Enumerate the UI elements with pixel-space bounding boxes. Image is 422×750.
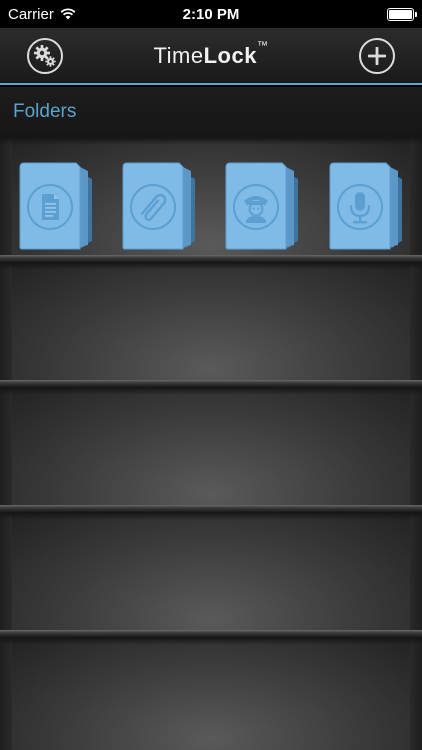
shelf-side <box>0 137 12 256</box>
nav-bar: TimeLock™ <box>0 28 422 85</box>
shelf-shadow <box>0 637 422 645</box>
shelf-shadow <box>0 137 422 145</box>
shelf-shadow <box>0 387 422 395</box>
shelf-row-3 <box>0 387 422 512</box>
shelf-shadow <box>0 262 422 270</box>
shelf-side <box>0 512 12 631</box>
settings-gears-icon <box>34 45 56 67</box>
shelf-side <box>410 637 422 750</box>
plus-circle-icon <box>368 47 386 65</box>
shelf-back <box>12 262 410 381</box>
folders-section-header: Folders <box>0 87 422 137</box>
document-icon <box>42 194 59 220</box>
shelf-side <box>0 637 12 750</box>
shelf-side <box>410 512 422 631</box>
shelf-board <box>0 505 422 512</box>
status-left: Carrier <box>8 6 76 23</box>
shelf-row-2 <box>0 262 422 387</box>
shelf-back <box>12 637 410 750</box>
shelf-row-1 <box>0 137 422 262</box>
folder-icon <box>225 162 298 250</box>
shelf-shadow <box>0 512 422 520</box>
shelf-side <box>410 137 422 256</box>
shelf-side <box>410 387 422 506</box>
app-title-mark: ™ <box>256 39 269 52</box>
shelf-row-5 <box>0 637 422 750</box>
app-title-bold: Lock <box>203 42 257 68</box>
shelf-board <box>0 380 422 387</box>
section-title: Folders <box>13 101 77 122</box>
bookshelf <box>0 137 422 750</box>
app-title-light: Time <box>153 42 204 68</box>
app-title: TimeLock™ <box>153 39 269 69</box>
folder-icon <box>122 162 195 250</box>
folder-icon <box>19 162 92 250</box>
carrier-label: Carrier <box>8 5 54 23</box>
shelf-side <box>410 262 422 381</box>
folder-attachments[interactable] <box>121 161 197 253</box>
shelf-back <box>12 512 410 631</box>
battery-fill <box>389 9 412 19</box>
folder-contacts[interactable] <box>224 161 300 253</box>
shelf-side <box>0 262 12 381</box>
settings-button[interactable] <box>27 38 63 74</box>
folder-recordings[interactable] <box>328 161 404 253</box>
shelf-board <box>0 255 422 262</box>
shelf-side <box>0 387 12 506</box>
folder-documents[interactable] <box>18 161 94 253</box>
battery-icon <box>387 7 417 21</box>
shelf-row-4 <box>0 512 422 637</box>
folder-icon <box>329 162 402 250</box>
status-bar: Carrier 2:10 PM <box>0 0 422 28</box>
wifi-icon <box>60 8 76 20</box>
shelf-back <box>12 387 410 506</box>
shelf-board <box>0 630 422 637</box>
add-button[interactable] <box>359 38 395 74</box>
